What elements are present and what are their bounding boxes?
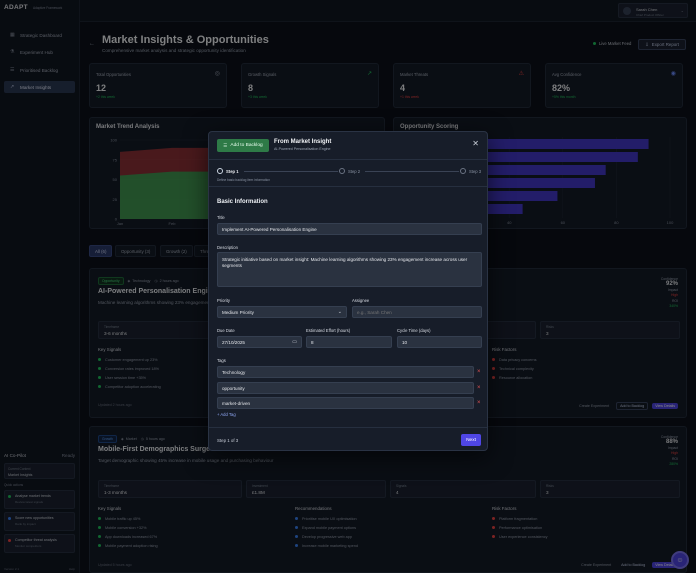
add-to-backlog-modal: ☰ Add to Backlog From Market Insight AI-… <box>208 131 488 451</box>
modal-footer: Step 1 of 3 Next <box>209 427 487 450</box>
chevron-down-icon: ⌄ <box>337 309 342 315</box>
step-label: Step 3 <box>469 168 482 174</box>
step-1: Step 1 <box>217 168 239 174</box>
step-indicator: Step 1 Step 2 Step 3 Define basic backlo… <box>209 160 487 187</box>
step-description: Define basic backlog item information <box>217 178 270 182</box>
step-circle-icon <box>217 168 223 174</box>
priority-select[interactable]: Medium Priority ⌄ <box>217 306 347 318</box>
description-textarea[interactable]: Strategic initiative based on market ins… <box>217 252 482 287</box>
due-date-label: Due Date <box>217 328 235 333</box>
step-3: Step 3 <box>460 168 481 174</box>
section-title: Basic Information <box>217 199 268 205</box>
step-label: Step 1 <box>226 168 239 174</box>
due-date-input[interactable]: 27/10/2025 ▭ <box>217 336 302 348</box>
tag-input[interactable]: Technology <box>217 366 474 378</box>
step-connector <box>365 171 459 172</box>
priority-value: Medium Priority <box>222 309 254 315</box>
title-input[interactable]: Implement AI-Powered Personalisation Eng… <box>217 223 482 235</box>
description-label: Description <box>217 245 238 250</box>
modal-subtitle: AI-Powered Personalisation Engine <box>274 147 331 151</box>
step-circle-icon <box>460 168 466 174</box>
close-icon[interactable]: ✕ <box>472 140 479 148</box>
effort-label: Estimated Effort (hours) <box>306 328 351 333</box>
cycle-time-input[interactable]: 10 <box>397 336 482 348</box>
step-connector <box>244 171 338 172</box>
effort-input[interactable]: 8 <box>306 336 392 348</box>
cycle-time-label: Cycle Time (days) <box>397 328 431 333</box>
due-date-value: 27/10/2025 <box>222 339 245 345</box>
tag-input[interactable]: opportunity <box>217 382 474 394</box>
title-label: Title <box>217 215 225 220</box>
add-to-backlog-label: Add to Backlog <box>230 143 263 148</box>
assignee-label: Assignee <box>352 298 370 303</box>
tag-input[interactable]: market-driven <box>217 397 474 409</box>
priority-label: Priority <box>217 298 231 303</box>
add-to-backlog-badge: ☰ Add to Backlog <box>217 139 269 152</box>
assignee-input[interactable] <box>352 306 482 318</box>
tags-label: Tags <box>217 358 226 363</box>
next-button[interactable]: Next <box>461 434 481 446</box>
modal-header: ☰ Add to Backlog From Market Insight AI-… <box>209 132 487 160</box>
list-plus-icon: ☰ <box>223 142 228 148</box>
calendar-icon: ▭ <box>292 339 297 345</box>
step-label: Step 2 <box>348 168 361 174</box>
step-2: Step 2 <box>339 168 360 174</box>
add-tag-button[interactable]: + Add Tag <box>217 412 236 417</box>
remove-tag-icon[interactable]: × <box>477 385 481 391</box>
modal-title: From Market Insight <box>274 139 332 145</box>
remove-tag-icon[interactable]: × <box>477 400 481 406</box>
step-status: Step 1 of 3 <box>217 438 239 443</box>
remove-tag-icon[interactable]: × <box>477 369 481 375</box>
step-circle-icon <box>339 168 345 174</box>
